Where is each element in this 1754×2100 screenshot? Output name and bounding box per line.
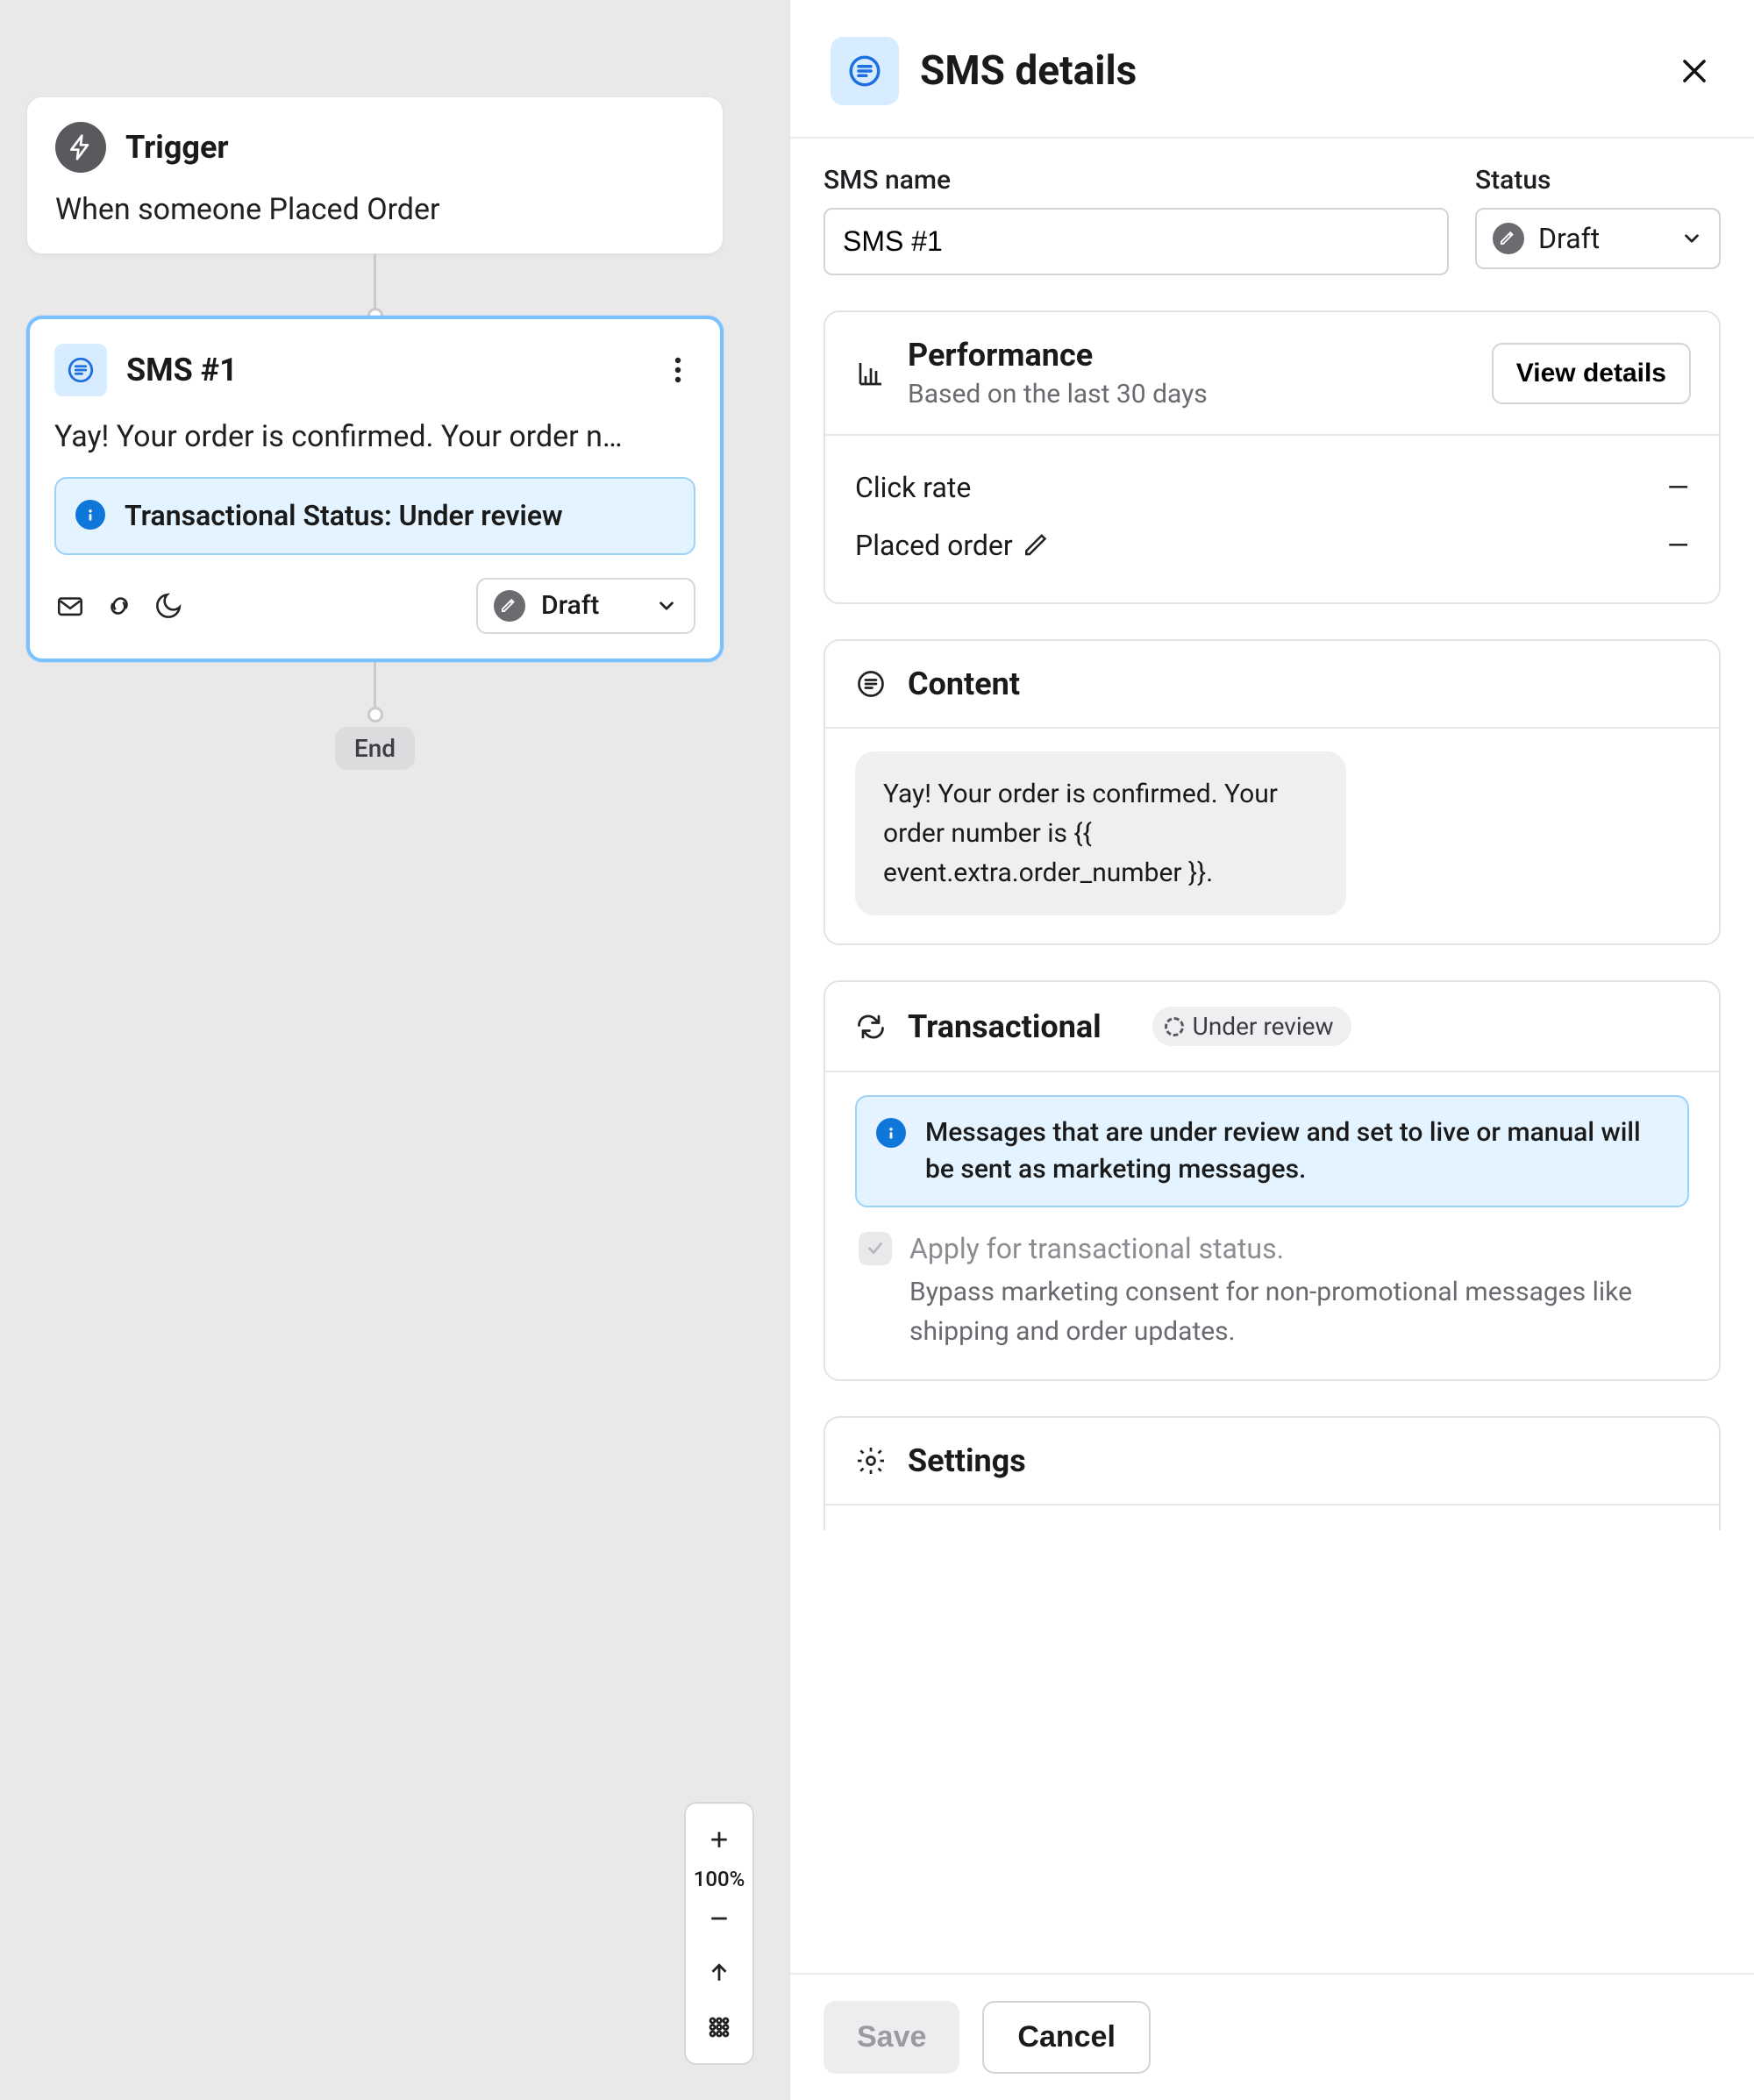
card-status-label: Draft <box>541 590 639 621</box>
info-icon <box>75 500 105 530</box>
draft-status-icon <box>494 590 525 622</box>
draft-status-icon <box>1493 223 1524 254</box>
sms-name-input[interactable] <box>824 208 1449 275</box>
content-section: Content Yay! Your order is confirmed. Yo… <box>824 639 1721 945</box>
bolt-icon <box>55 122 106 173</box>
bar-chart-icon <box>853 356 888 391</box>
cancel-button[interactable]: Cancel <box>982 2001 1151 2074</box>
message-icon <box>853 666 888 701</box>
zoom-level: 100% <box>694 1867 745 1891</box>
sms-card[interactable]: SMS #1 Yay! Your order is confirmed. You… <box>26 316 724 662</box>
sms-card-title: SMS #1 <box>126 352 641 388</box>
view-details-button[interactable]: View details <box>1492 343 1691 404</box>
card-menu-button[interactable] <box>660 352 695 388</box>
metric-value: — <box>1667 529 1689 562</box>
panel-footer: Save Cancel <box>790 1973 1754 2100</box>
apply-checkbox[interactable] <box>859 1232 892 1265</box>
gear-icon <box>853 1443 888 1478</box>
content-title: Content <box>908 666 1020 702</box>
status-banner-text: Transactional Status: Under review <box>125 496 563 536</box>
mail-icon <box>54 590 86 622</box>
chevron-down-icon <box>655 594 678 617</box>
apply-transactional-row: Apply for transactional status. Bypass m… <box>855 1232 1689 1351</box>
details-panel: SMS details SMS name Status Draft <box>789 0 1754 2100</box>
performance-title: Performance <box>908 337 1472 374</box>
link-icon <box>103 590 135 622</box>
status-value: Draft <box>1538 222 1666 255</box>
transactional-title: Transactional <box>908 1008 1102 1045</box>
metric-label: Click rate <box>855 471 971 504</box>
transactional-status-pill: Under review <box>1152 1007 1351 1046</box>
status-label: Status <box>1475 165 1721 196</box>
status-dropdown[interactable]: Draft <box>1475 208 1721 269</box>
trigger-title: Trigger <box>125 129 229 166</box>
zoom-in-button[interactable] <box>686 1812 752 1867</box>
status-banner: Transactional Status: Under review <box>54 477 695 555</box>
transactional-status-text: Under review <box>1193 1012 1334 1041</box>
sms-icon <box>54 344 107 396</box>
sms-name-label: SMS name <box>824 165 1449 196</box>
close-panel-button[interactable] <box>1675 52 1714 90</box>
flow-canvas[interactable]: Trigger When someone Placed Order SMS #1… <box>0 0 789 2100</box>
connector <box>374 254 376 316</box>
flow-end: End <box>335 727 415 770</box>
metric-row-click-rate: Click rate — <box>855 459 1689 516</box>
settings-title: Settings <box>908 1442 1026 1479</box>
pending-icon <box>1165 1017 1184 1036</box>
chevron-down-icon <box>1680 227 1703 250</box>
grid-button[interactable] <box>686 2000 752 2054</box>
sms-preview-text: Yay! Your order is confirmed. Your order… <box>54 419 695 454</box>
moon-icon <box>153 590 184 622</box>
trigger-card[interactable]: Trigger When someone Placed Order <box>26 96 724 254</box>
card-status-dropdown[interactable]: Draft <box>476 578 695 634</box>
performance-section: Performance Based on the last 30 days Vi… <box>824 310 1721 604</box>
trigger-description: When someone Placed Order <box>55 192 695 227</box>
panel-title: SMS details <box>920 47 1654 95</box>
apply-description: Bypass marketing consent for non-promoti… <box>909 1272 1686 1351</box>
panel-header: SMS details <box>790 0 1754 139</box>
repeat-icon <box>853 1009 888 1044</box>
info-icon <box>876 1118 906 1148</box>
metric-label: Placed order <box>855 529 1013 562</box>
metric-row-placed-order: Placed order — <box>855 516 1689 574</box>
connector <box>374 662 376 715</box>
performance-sub: Based on the last 30 days <box>908 379 1472 409</box>
transactional-section: Transactional Under review Messages that… <box>824 980 1721 1381</box>
transactional-notice: Messages that are under review and set t… <box>855 1095 1689 1207</box>
zoom-out-button[interactable] <box>686 1891 752 1946</box>
fit-view-button[interactable] <box>686 1946 752 2000</box>
settings-section: Settings <box>824 1416 1721 1530</box>
zoom-toolbar: 100% <box>684 1802 754 2065</box>
apply-label: Apply for transactional status. <box>909 1232 1686 1265</box>
transactional-notice-text: Messages that are under review and set t… <box>925 1114 1668 1188</box>
content-preview: Yay! Your order is confirmed. Your order… <box>855 751 1346 915</box>
panel-icon <box>831 37 899 105</box>
save-button[interactable]: Save <box>824 2001 959 2074</box>
metric-value: — <box>1667 471 1689 504</box>
edit-metric-icon[interactable] <box>1025 532 1052 559</box>
